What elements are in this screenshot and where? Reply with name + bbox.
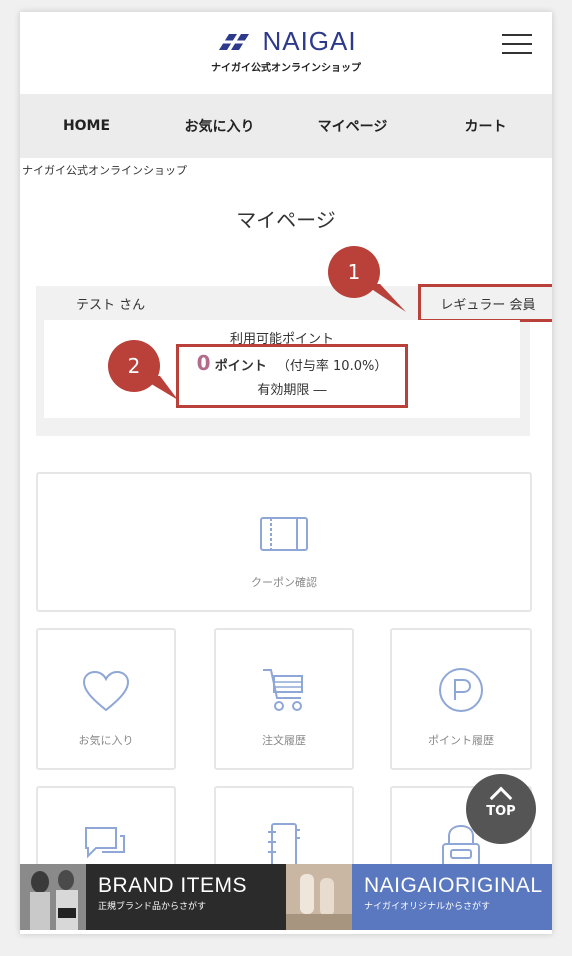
naigai-original-subtitle: ナイガイオリジナルからさがす [364,902,491,912]
points-value: 0 [196,351,211,375]
points-history-label: ポイント履歴 [428,734,494,747]
callout-2-tail [138,376,178,400]
naigai-original-banner[interactable]: NAIGAIORIGINAL ナイガイオリジナルからさがす [286,864,552,930]
logo-subtitle: ナイガイ公式オンラインショップ [211,63,361,74]
coupon-icon [260,517,308,551]
breadcrumb[interactable]: ナイガイ公式オンラインショップ [20,158,552,182]
callout-1-tail [364,284,406,312]
points-unit: ポイント [214,359,267,374]
chat-icon [85,827,125,859]
phone-frame: NAIGAI ナイガイ公式オンラインショップ HOME お気に入り マイページ … [20,12,552,934]
member-name: テスト さん [76,298,146,313]
bottom-banner: BRAND ITEMS 正規ブランド品からさがす NAIGAIORIGINAL … [20,864,552,930]
page-title: マイページ [236,208,336,232]
brand-items-title: BRAND ITEMS [98,874,248,897]
logo-text: NAIGAI [262,26,357,56]
nav-favorites[interactable]: お気に入り [153,116,286,136]
logo[interactable]: NAIGAI ナイガイ公式オンラインショップ [20,26,552,74]
nav-cart[interactable]: カート [419,116,552,136]
nav-mypage[interactable]: マイページ [286,116,419,136]
favorites-tile[interactable]: お気に入り [36,628,176,770]
points-expiry: 有効期限 ― [257,383,327,398]
naigai-logo-icon [219,33,250,50]
cart-icon [263,669,303,711]
points-rate: （付与率 10.0%） [276,359,388,374]
brand-photo-image [20,864,86,930]
nav-home[interactable]: HOME [20,118,153,134]
points-history-tile[interactable]: ポイント履歴 [390,628,532,770]
naigai-original-title: NAIGAIORIGINAL [364,874,543,897]
points-highlight: 0 ポイント （付与率 10.0%） 有効期限 ― [176,344,408,408]
member-rank: レギュラー 会員 [440,297,536,313]
notebook-icon [268,823,300,869]
heart-icon [82,670,130,712]
brand-items-banner[interactable]: BRAND ITEMS 正規ブランド品からさがす [20,864,286,930]
favorites-label: お気に入り [78,734,134,747]
member-rank-highlight: レギュラー 会員 [418,284,552,322]
coupon-tile[interactable]: クーポン確認 [36,472,532,612]
header: NAIGAI ナイガイ公式オンラインショップ [20,12,552,94]
back-to-top-button[interactable]: TOP [466,774,536,844]
original-photo-image [286,864,352,930]
main-nav: HOME お気に入り マイページ カート [20,94,552,158]
menu-icon[interactable] [502,34,532,56]
order-history-label: 注文履歴 [262,734,306,747]
order-history-tile[interactable]: 注文履歴 [214,628,354,770]
points-p-icon [439,668,483,712]
brand-items-subtitle: 正規ブランド品からさがす [98,902,207,912]
coupon-label: クーポン確認 [251,576,317,589]
